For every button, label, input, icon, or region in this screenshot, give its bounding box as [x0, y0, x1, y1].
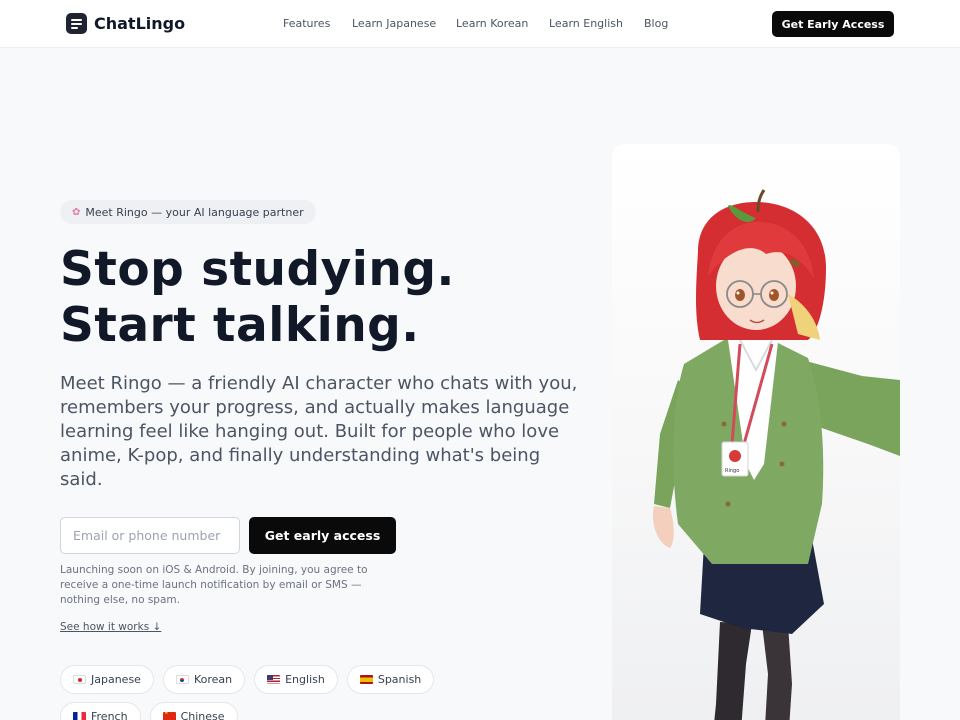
language-chip-english[interactable]: English — [254, 665, 338, 694]
signup-disclaimer: Launching soon on iOS & Android. By join… — [60, 564, 368, 606]
email-phone-input[interactable] — [60, 517, 240, 554]
top-nav: ChatLingo Features Learn Japanese Learn … — [0, 0, 960, 48]
china-flag-icon — [162, 712, 176, 720]
language-chips: Japanese Korean English Spanish French C… — [60, 665, 520, 720]
nav-link-learn-english[interactable]: Learn English — [549, 17, 623, 30]
language-chip-label: Spanish — [377, 673, 422, 686]
nav-link-learn-japanese[interactable]: Learn Japanese — [352, 17, 436, 30]
hero-headline: Stop studying. Start talking. — [60, 242, 455, 354]
get-early-access-submit-button[interactable]: Get early access — [249, 517, 396, 554]
us-flag-icon — [267, 675, 281, 684]
language-chip-chinese[interactable]: Chinese — [149, 702, 238, 720]
headline-line-1: Stop studying. — [60, 242, 455, 297]
ringo-character-image: Ringo — [612, 144, 900, 720]
nav-link-blog[interactable]: Blog — [644, 17, 668, 30]
hero-badge-text: Meet Ringo — your AI language partner — [85, 205, 304, 219]
japan-flag-icon — [73, 675, 86, 684]
nav-link-learn-korean[interactable]: Learn Korean — [456, 17, 528, 30]
language-chip-label: English — [285, 673, 325, 686]
korea-flag-icon — [175, 675, 189, 684]
see-how-it-works-link[interactable]: See how it works ↓ — [60, 621, 161, 633]
language-chip-label: Korean — [193, 673, 233, 686]
hero-badge: ✿ Meet Ringo — your AI language partner — [60, 200, 316, 224]
sakura-icon: ✿ — [72, 206, 81, 218]
name-badge-text: Ringo — [725, 468, 739, 474]
get-early-access-button[interactable]: Get Early Access — [772, 11, 894, 37]
ringo-illustration: Ringo — [652, 189, 900, 720]
language-chip-label: French — [91, 710, 128, 720]
language-chip-korean[interactable]: Korean — [162, 665, 246, 694]
hero-subtitle: Meet Ringo — a friendly AI character who… — [60, 373, 578, 490]
language-chip-label: Chinese — [180, 710, 225, 720]
language-chip-label: Japanese — [91, 673, 141, 686]
france-flag-icon — [73, 712, 86, 720]
headline-line-2: Start talking. — [60, 298, 420, 353]
language-chip-spanish[interactable]: Spanish — [346, 665, 435, 694]
nav-link-features[interactable]: Features — [283, 17, 330, 30]
language-chip-japanese[interactable]: Japanese — [60, 665, 154, 694]
language-chip-french[interactable]: French — [60, 702, 141, 720]
spain-flag-icon — [359, 675, 373, 684]
